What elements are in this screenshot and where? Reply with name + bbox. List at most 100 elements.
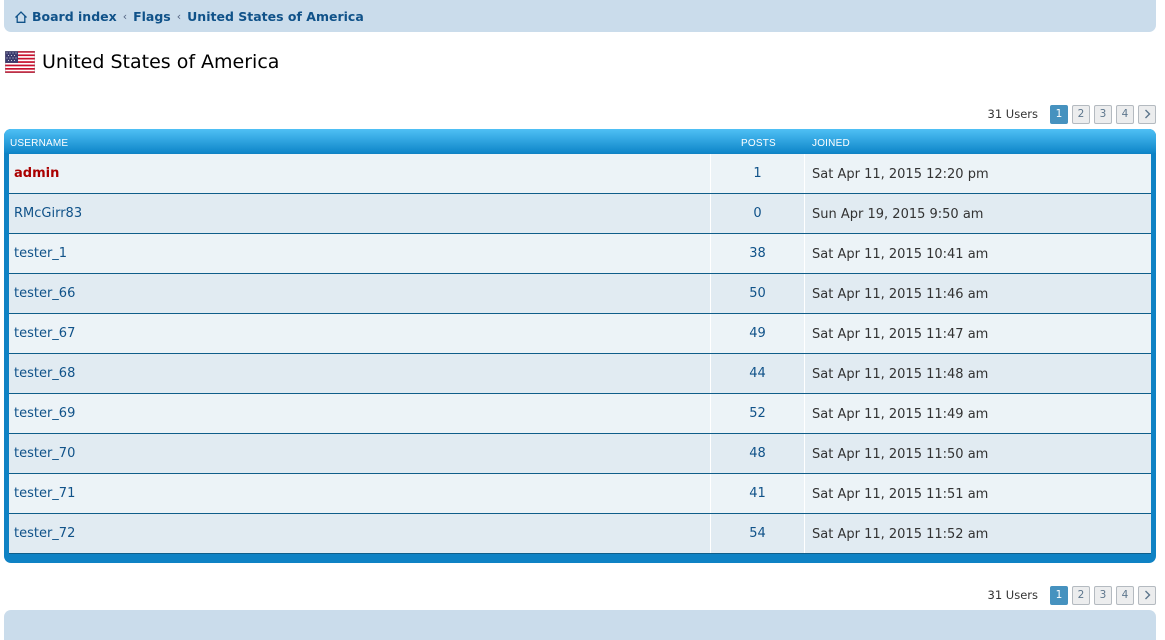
page-1-button[interactable]: 1 — [1050, 585, 1068, 605]
username-link[interactable]: tester_72 — [14, 526, 75, 541]
joined-date: Sat Apr 11, 2015 11:52 am — [812, 527, 989, 542]
page-4-button[interactable]: 4 — [1116, 104, 1134, 124]
username-link[interactable]: tester_70 — [14, 446, 75, 461]
joined-cell: Sun Apr 19, 2015 9:50 am — [805, 194, 1151, 233]
posts-count-link[interactable]: 49 — [711, 326, 804, 341]
page-2-button[interactable]: 2 — [1072, 104, 1090, 124]
chevron-right-icon — [1144, 109, 1150, 119]
username-cell: tester_71 — [9, 474, 711, 513]
next-page-button[interactable] — [1138, 585, 1156, 605]
joined-date: Sat Apr 11, 2015 11:51 am — [812, 487, 989, 502]
username-cell: tester_69 — [9, 394, 711, 433]
memberlist-table: USERNAME POSTS JOINED admin 1 Sat Apr 11, … — [4, 129, 1156, 563]
posts-cell: 41 — [711, 474, 805, 513]
joined-date: Sat Apr 11, 2015 10:41 am — [812, 247, 989, 262]
posts-count-link[interactable]: 50 — [711, 286, 804, 301]
posts-cell: 0 — [711, 194, 805, 233]
posts-cell: 38 — [711, 234, 805, 273]
table-row: tester_72 54 Sat Apr 11, 2015 11:52 am — [9, 514, 1151, 554]
posts-count-link[interactable]: 52 — [711, 406, 804, 421]
page-title: United States of America — [42, 51, 280, 73]
joined-cell: Sat Apr 11, 2015 11:52 am — [805, 514, 1151, 553]
posts-cell: 48 — [711, 434, 805, 473]
username-link[interactable]: tester_67 — [14, 326, 75, 341]
breadcrumb-separator-icon: ‹ — [176, 10, 182, 23]
posts-cell: 50 — [711, 274, 805, 313]
joined-date: Sat Apr 11, 2015 11:48 am — [812, 367, 989, 382]
page-4-button[interactable]: 4 — [1116, 585, 1134, 605]
page-title-block: United States of America — [5, 51, 279, 73]
pagination-bottom: 31 Users 1 2 3 4 — [987, 585, 1156, 605]
username-link[interactable]: tester_71 — [14, 486, 75, 501]
posts-cell: 54 — [711, 514, 805, 553]
joined-date: Sat Apr 11, 2015 12:20 pm — [812, 167, 989, 182]
username-link[interactable]: tester_1 — [14, 246, 67, 261]
joined-cell: Sat Apr 11, 2015 11:51 am — [805, 474, 1151, 513]
joined-cell: Sat Apr 11, 2015 11:48 am — [805, 354, 1151, 393]
posts-count-link[interactable]: 41 — [711, 486, 804, 501]
username-cell: tester_70 — [9, 434, 711, 473]
joined-date: Sat Apr 11, 2015 11:46 am — [812, 287, 989, 302]
username-cell: admin — [9, 154, 711, 193]
home-icon[interactable] — [14, 10, 28, 24]
username-link[interactable]: RMcGirr83 — [14, 206, 82, 221]
joined-cell: Sat Apr 11, 2015 10:41 am — [805, 234, 1151, 273]
chevron-right-icon — [1144, 590, 1150, 600]
table-header: USERNAME POSTS JOINED — [4, 129, 1156, 153]
page-2-button[interactable]: 2 — [1072, 585, 1090, 605]
posts-count-link[interactable]: 54 — [711, 526, 804, 541]
username-link[interactable]: admin — [14, 166, 59, 181]
column-header-username[interactable]: USERNAME — [10, 138, 68, 149]
joined-cell: Sat Apr 11, 2015 11:46 am — [805, 274, 1151, 313]
breadcrumb-flags[interactable]: Flags — [133, 9, 171, 24]
table-row: tester_69 52 Sat Apr 11, 2015 11:49 am — [9, 394, 1151, 434]
pagination-top: 31 Users 1 2 3 4 — [987, 104, 1156, 124]
joined-date: Sat Apr 11, 2015 11:47 am — [812, 327, 989, 342]
table-row: tester_1 38 Sat Apr 11, 2015 10:41 am — [9, 234, 1151, 274]
next-page-button[interactable] — [1138, 104, 1156, 124]
joined-date: Sat Apr 11, 2015 11:49 am — [812, 407, 989, 422]
breadcrumb-current-flag[interactable]: United States of America — [187, 9, 364, 24]
username-cell: tester_72 — [9, 514, 711, 553]
bottom-navbar — [4, 610, 1156, 640]
posts-count-link[interactable]: 1 — [711, 166, 804, 181]
top-navbar: Board index ‹ Flags ‹ United States of A… — [4, 0, 1156, 32]
joined-date: Sat Apr 11, 2015 11:50 am — [812, 447, 989, 462]
posts-cell: 52 — [711, 394, 805, 433]
column-header-posts[interactable]: POSTS — [741, 138, 776, 149]
user-count: 31 Users — [987, 588, 1039, 602]
posts-count-link[interactable]: 38 — [711, 246, 804, 261]
column-header-joined[interactable]: JOINED — [812, 138, 850, 149]
posts-cell: 1 — [711, 154, 805, 193]
username-cell: tester_68 — [9, 354, 711, 393]
table-row: tester_70 48 Sat Apr 11, 2015 11:50 am — [9, 434, 1151, 474]
breadcrumb: Board index ‹ Flags ‹ United States of A… — [14, 9, 364, 24]
username-link[interactable]: tester_69 — [14, 406, 75, 421]
table-row: tester_66 50 Sat Apr 11, 2015 11:46 am — [9, 274, 1151, 314]
posts-cell: 44 — [711, 354, 805, 393]
username-cell: tester_67 — [9, 314, 711, 353]
table-row: admin 1 Sat Apr 11, 2015 12:20 pm — [9, 154, 1151, 194]
page-3-button[interactable]: 3 — [1094, 104, 1112, 124]
joined-cell: Sat Apr 11, 2015 12:20 pm — [805, 154, 1151, 193]
page-3-button[interactable]: 3 — [1094, 585, 1112, 605]
posts-cell: 49 — [711, 314, 805, 353]
breadcrumb-board-index[interactable]: Board index — [32, 9, 117, 24]
username-cell: tester_66 — [9, 274, 711, 313]
username-cell: RMcGirr83 — [9, 194, 711, 233]
table-row: tester_67 49 Sat Apr 11, 2015 11:47 am — [9, 314, 1151, 354]
posts-count-link[interactable]: 48 — [711, 446, 804, 461]
joined-date: Sun Apr 19, 2015 9:50 am — [812, 207, 984, 222]
username-link[interactable]: tester_68 — [14, 366, 75, 381]
user-count: 31 Users — [987, 107, 1039, 121]
us-flag-icon — [5, 51, 35, 73]
table-body: admin 1 Sat Apr 11, 2015 12:20 pm RMcGirr83… — [9, 154, 1151, 554]
username-link[interactable]: tester_66 — [14, 286, 75, 301]
breadcrumb-separator-icon: ‹ — [122, 10, 128, 23]
joined-cell: Sat Apr 11, 2015 11:49 am — [805, 394, 1151, 433]
page-1-button[interactable]: 1 — [1050, 104, 1068, 124]
posts-count-link[interactable]: 44 — [711, 366, 804, 381]
posts-count-link[interactable]: 0 — [711, 206, 804, 221]
joined-cell: Sat Apr 11, 2015 11:47 am — [805, 314, 1151, 353]
joined-cell: Sat Apr 11, 2015 11:50 am — [805, 434, 1151, 473]
